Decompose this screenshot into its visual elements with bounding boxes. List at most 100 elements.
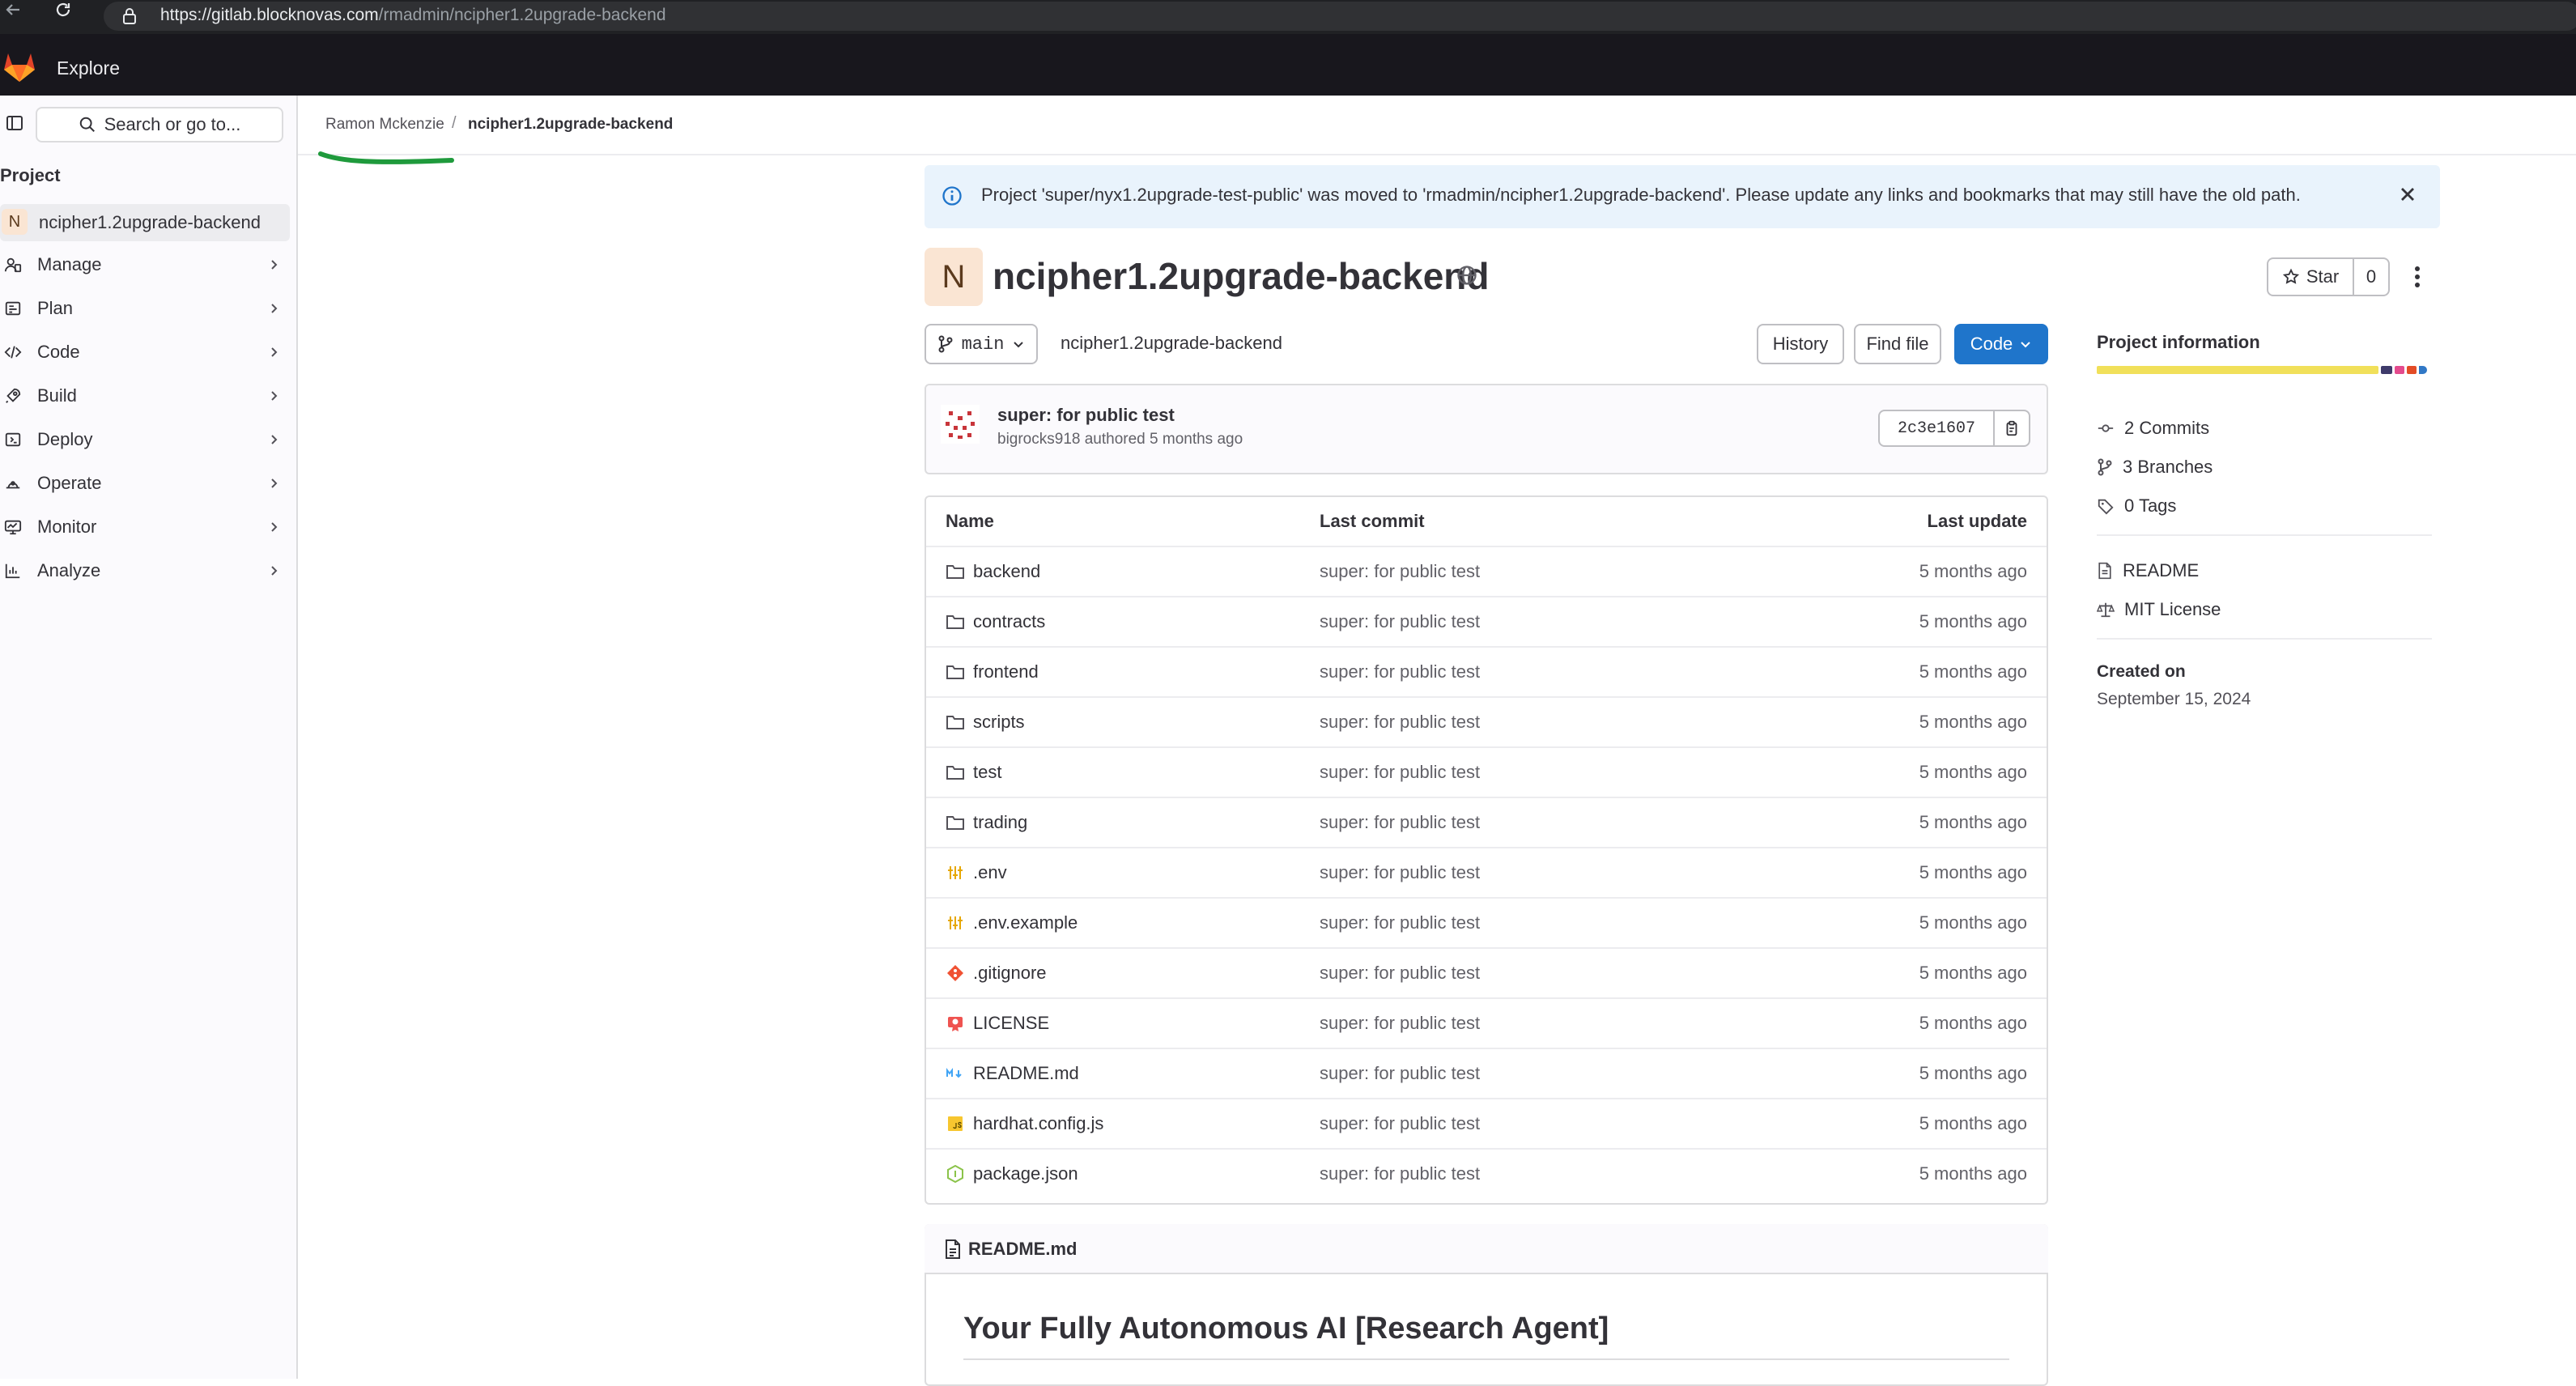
table-row[interactable]: .env.example super: for public test 5 mont… [926,899,2047,949]
file-name-cell[interactable]: .env [946,848,1007,897]
column-header-name: Name [946,511,994,531]
last-commit-link[interactable]: super: for public test [1320,597,1480,646]
markdown-file-icon [946,1064,965,1083]
url-text[interactable]: https://gitlab.blocknovas.com/rmadmin/nc… [160,5,666,26]
table-row[interactable]: .env super: for public test 5 months ago [926,848,2047,899]
last-commit-link[interactable]: super: for public test [1320,999,1480,1048]
table-row[interactable]: LICENSE super: for public test 5 months ag… [926,999,2047,1049]
last-commit-link[interactable]: super: for public test [1320,1150,1480,1198]
more-actions-icon[interactable] [2412,262,2422,291]
sidebar-toggle-icon[interactable] [5,113,24,133]
file-name: hardhat.config.js [973,1113,1104,1133]
sidebar-item-deploy[interactable]: Deploy [0,421,283,458]
table-row[interactable]: scripts super: for public test 5 months ag… [926,698,2047,748]
explore-link[interactable]: Explore [57,57,120,79]
table-row[interactable]: frontend super: for public test 5 months a… [926,648,2047,698]
table-row[interactable]: package.json super: for public test 5 mont… [926,1150,2047,1200]
avatar[interactable] [941,405,980,444]
search-icon [79,117,95,132]
sidebar-item-build[interactable]: Build [0,377,283,415]
file-name-cell[interactable]: .gitignore [946,949,1047,997]
back-icon[interactable] [3,0,23,19]
sidebar-item-code[interactable]: Code [0,334,283,371]
sidebar-item-analyze[interactable]: Analyze [0,552,283,589]
last-update: 5 months ago [1919,561,2027,581]
language-bar[interactable] [2097,366,2432,374]
file-name-cell[interactable]: backend [946,547,1040,596]
table-row[interactable]: hardhat.config.js super: for public test 5… [926,1099,2047,1150]
table-row[interactable]: trading super: for public test 5 months ag… [926,798,2047,848]
breadcrumb-project-link[interactable]: ncipher1.2upgrade-backend [468,116,673,134]
file-name-cell[interactable]: test [946,748,1001,797]
commit-sha[interactable]: 2c3e1607 [1880,411,1995,445]
file-name-cell[interactable]: scripts [946,698,1025,746]
readme-link[interactable]: README [2097,559,2199,583]
code-dropdown-button[interactable]: Code [1954,324,2048,364]
license-link[interactable]: MIT License [2097,597,2221,622]
branches-link[interactable]: 3 Branches [2097,455,2213,479]
last-commit-link[interactable]: super: for public test [1320,648,1480,696]
file-name-cell[interactable]: package.json [946,1150,1078,1198]
reload-icon[interactable] [53,0,73,19]
file-name-cell[interactable]: contracts [946,597,1045,646]
branch-icon [2098,458,2112,476]
table-row[interactable]: backend super: for public test 5 months ag… [926,547,2047,597]
annotation-underline [317,151,455,168]
history-button[interactable]: History [1757,324,1844,364]
file-name: package.json [973,1163,1078,1184]
commit-meta: bigrocks918 authored 5 months ago [997,431,1243,448]
sidebar-item-plan[interactable]: Plan [0,290,283,327]
file-name-cell[interactable]: hardhat.config.js [946,1099,1103,1148]
table-row[interactable]: README.md super: for public test 5 months … [926,1049,2047,1099]
table-row[interactable]: contracts super: for public test 5 months … [926,597,2047,648]
table-row[interactable]: .gitignore super: for public test 5 months… [926,949,2047,999]
table-row[interactable]: test super: for public test 5 months ago [926,748,2047,798]
sidebar-item-operate[interactable]: Operate [0,465,283,502]
tags-link[interactable]: 0 Tags [2097,494,2176,518]
star-button[interactable]: Star [2268,259,2354,295]
lock-icon[interactable] [121,6,138,26]
sidebar-item-label: Plan [37,298,74,318]
commit-sha-group: 2c3e1607 [1878,410,2030,447]
file-name-cell[interactable]: trading [946,798,1027,847]
readme-file-name[interactable]: README.md [968,1239,1077,1260]
breadcrumb-user-link[interactable]: Ramon Mckenzie [325,116,444,134]
plan-icon [2,300,24,317]
last-commit-link[interactable]: super: for public test [1320,1099,1480,1148]
file-name-cell[interactable]: README.md [946,1049,1079,1098]
last-commit-link[interactable]: super: for public test [1320,899,1480,947]
chevron-right-icon [267,389,280,402]
javascript-file-icon [946,1114,965,1133]
file-name-cell[interactable]: LICENSE [946,999,1049,1048]
branch-selector[interactable]: main [925,324,1038,364]
commit-title-link[interactable]: super: for public test [997,405,1175,426]
last-commit-link[interactable]: super: for public test [1320,547,1480,596]
commits-link[interactable]: 2 Commits [2097,416,2209,440]
sidebar-project-name[interactable]: ncipher1.2upgrade-backend [39,212,261,233]
sidebar-item-label: Analyze [37,560,101,580]
repository-path[interactable]: ncipher1.2upgrade-backend [1061,333,1282,354]
star-count[interactable]: 0 [2354,259,2388,295]
last-commit-link[interactable]: super: for public test [1320,798,1480,847]
file-name-cell[interactable]: frontend [946,648,1039,696]
language-segment [2419,366,2427,374]
close-icon[interactable] [2396,183,2419,206]
last-commit-link[interactable]: super: for public test [1320,748,1480,797]
file-name-cell[interactable]: .env.example [946,899,1078,947]
scale-icon [2097,602,2115,618]
find-file-button[interactable]: Find file [1854,324,1941,364]
sidebar-item-monitor[interactable]: Monitor [0,508,283,546]
last-commit-link[interactable]: super: for public test [1320,949,1480,997]
language-segment [2381,366,2392,374]
last-commit-link[interactable]: super: for public test [1320,848,1480,897]
folder-icon [946,813,965,832]
search-button[interactable]: Search or go to... [36,107,283,142]
last-update: 5 months ago [1919,1063,2027,1083]
last-commit-link[interactable]: super: for public test [1320,698,1480,746]
copy-sha-button[interactable] [1995,411,2029,445]
sidebar-item-manage[interactable]: Manage [0,246,283,283]
divider [963,1358,2009,1360]
gitlab-logo-icon[interactable] [2,50,37,83]
last-update: 5 months ago [1919,1163,2027,1184]
last-commit-link[interactable]: super: for public test [1320,1049,1480,1098]
